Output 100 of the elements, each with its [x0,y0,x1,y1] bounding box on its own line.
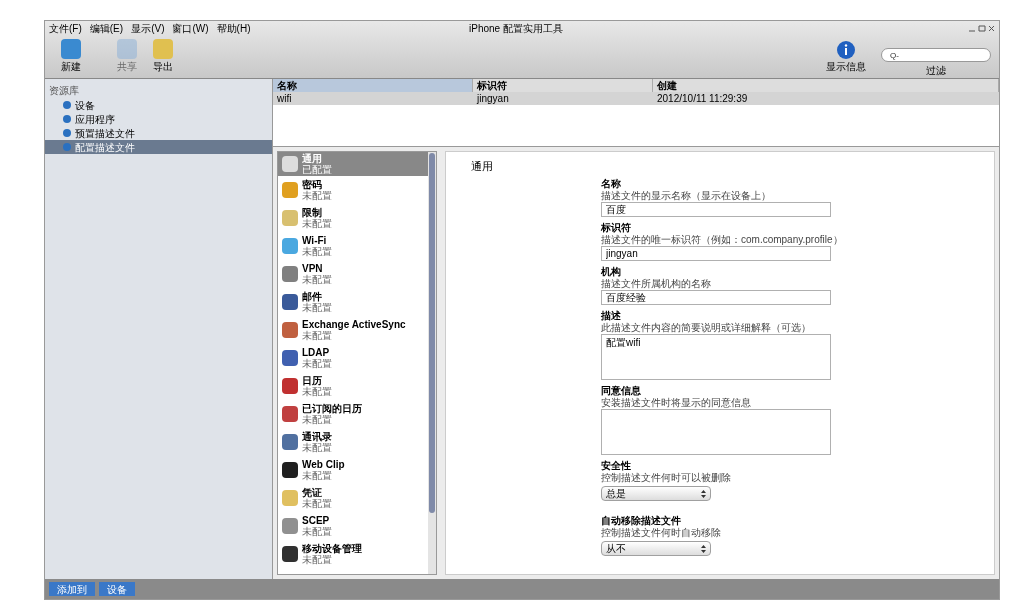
column-header[interactable]: 名称 [273,79,473,92]
window-title: iPhone 配置实用工具 [469,21,564,36]
payload-title: LDAP [302,347,331,358]
payload-item[interactable]: 移动设备管理 未配置 [278,540,428,568]
field-label: 同意信息 [601,385,642,397]
payload-status: 未配置 [302,302,332,313]
field-label: 描述 [601,310,622,322]
column-header[interactable]: 标识符 [473,79,653,92]
field-hint: 描述文件的唯一标识符（例如：com.company.profile） [601,234,843,246]
field-hint: 安装描述文件时将显示的同意信息 [601,397,752,409]
status-button[interactable]: 设备 [99,582,135,596]
field-hint: 此描述文件内容的简要说明或详细解释（可选） [601,322,812,334]
payload-item[interactable]: LDAP 未配置 [278,344,428,372]
payload-title: Exchange ActiveSync [302,319,406,330]
payload-item[interactable]: 通讯录 未配置 [278,428,428,456]
payload-title: Web Clip [302,459,345,470]
dropdown[interactable]: 总是 [601,486,711,501]
toolbar-icon [117,39,137,59]
payload-title: SCEP [302,515,331,526]
payload-item[interactable]: 邮件 未配置 [278,288,428,316]
menu-item[interactable]: 帮助(H) [216,20,251,36]
menu-item[interactable]: 编辑(E) [89,20,124,36]
table-cell-text: wifi [276,92,293,105]
payload-status: 未配置 [302,218,332,229]
stepper-icon [701,489,706,498]
field-label: 标识符 [601,222,632,234]
payload-title: VPN [302,263,324,274]
menu-item[interactable]: 文件(F) [49,20,82,36]
sidebar-header: 资源库 [48,84,80,98]
payload-item[interactable]: Exchange ActiveSync 未配置 [278,316,428,344]
payload-title: 已订阅的日历 [302,403,362,414]
payload-status: 未配置 [302,246,332,257]
payload-status: 未配置 [302,470,332,481]
field-hint: 描述文件的显示名称（显示在设备上） [601,190,772,202]
payload-item[interactable]: VPN 未配置 [278,260,428,288]
payload-header[interactable]: 通用 已配置 [278,152,428,176]
payload-title: 邮件 [302,291,323,302]
toolbar-icon [61,39,81,59]
payload-status: 未配置 [302,498,332,509]
toolbar-icon [153,39,173,59]
text-field[interactable]: 百度经验 [601,290,831,305]
payload-status: 未配置 [302,386,332,397]
payload-title: Wi-Fi [302,235,328,246]
section-title: 通用 [471,159,494,174]
payload-title: 移动设备管理 [302,543,362,554]
payload-title: 通讯录 [302,431,332,442]
payload-title: 限制 [302,207,323,218]
field-label: 安全性 [601,460,632,472]
table-row[interactable]: wifi jingyan 2012/10/11 11:29:39 [273,92,999,105]
info-button[interactable]: 显示信息 [821,41,871,74]
payload-item[interactable]: 日历 未配置 [278,372,428,400]
payload-status: 未配置 [302,190,332,201]
menu-item[interactable]: 显示(V) [131,20,165,36]
field-label: 名称 [601,178,622,190]
dropdown[interactable]: 从不 [601,541,711,556]
toolbar-button[interactable]: 导出 [145,39,181,74]
window-controls-icon[interactable] [969,24,995,32]
info-icon [837,41,855,59]
text-field[interactable]: jingyan [601,246,831,261]
payload-status: 未配置 [302,554,332,565]
table-cell-text: 2012/10/11 11:29:39 [656,92,749,105]
payload-title: 密码 [302,179,323,190]
payload-title: 凭证 [302,487,323,498]
table-cell-text: jingyan [475,92,510,105]
payload-status: 未配置 [302,274,332,285]
payload-status: 未配置 [302,526,332,537]
sidebar-item[interactable]: 预置描述文件 [45,126,272,140]
payload-item[interactable]: Web Clip 未配置 [278,456,428,484]
payload-title: 通用 [302,153,323,164]
payload-status: 未配置 [302,414,333,425]
field-hint: 控制描述文件何时可以被删除 [601,472,732,484]
payload-status: 未配置 [302,330,332,341]
status-button[interactable]: 添加到 [49,582,95,596]
toolbar-button[interactable]: 新建 [53,39,89,74]
payload-item[interactable]: 凭证 未配置 [278,484,428,512]
field-hint: 控制描述文件何时自动移除 [601,527,722,539]
text-field[interactable]: 百度 [601,202,831,217]
sidebar-item[interactable]: 应用程序 [45,112,272,126]
stepper-icon [701,544,706,553]
field-label: 自动移除描述文件 [601,515,682,527]
payload-item[interactable]: Wi-Fi 未配置 [278,232,428,260]
payload-item[interactable]: 限制 未配置 [278,204,428,232]
payload-item[interactable]: SCEP 未配置 [278,512,428,540]
text-area[interactable]: 配置wifi [601,334,831,380]
text-area[interactable] [601,409,831,455]
search-field[interactable]: Q- [881,48,991,62]
field-label: 机构 [601,266,622,278]
field-hint: 描述文件所属机构的名称 [601,278,712,290]
scrollbar[interactable] [428,152,436,574]
search-label: 过滤 [926,64,946,78]
sidebar-item[interactable]: 配置描述文件 [45,140,272,154]
payload-item[interactable]: 密码 未配置 [278,176,428,204]
column-header[interactable]: 创建 [653,79,999,92]
payload-title: 日历 [302,375,323,386]
menu-item[interactable]: 窗口(W) [172,20,209,36]
payload-status: 未配置 [302,358,332,369]
payload-status: 已配置 [302,164,332,175]
sidebar-item[interactable]: 设备 [45,98,272,112]
payload-item[interactable]: 已订阅的日历 未配置 [278,400,428,428]
payload-status: 未配置 [302,442,332,453]
